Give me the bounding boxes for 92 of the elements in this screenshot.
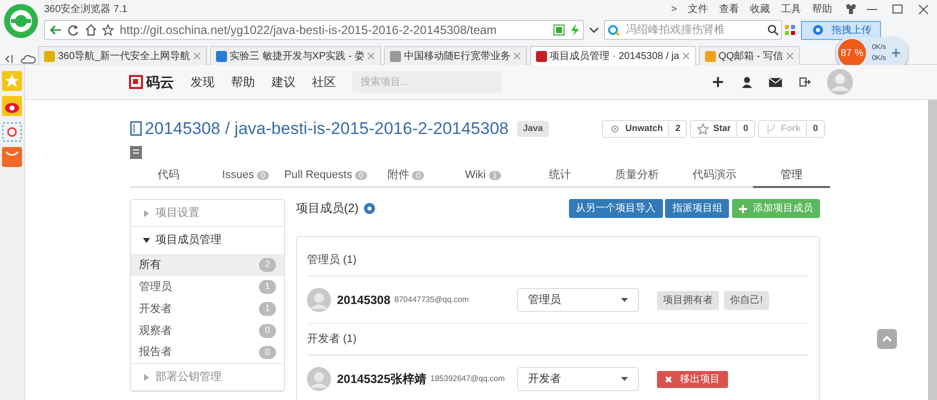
- plus-icon: [739, 204, 747, 212]
- tab-title: 项目成员管理 · 20145308 / ja: [550, 50, 680, 64]
- plus-icon[interactable]: [712, 76, 724, 88]
- browser-logo: [3, 3, 39, 39]
- menu-item[interactable]: >: [671, 2, 677, 16]
- caret-down-icon: [621, 376, 628, 382]
- tab-title: QQ邮箱 - 写信: [718, 50, 783, 64]
- menu-section[interactable]: 项目成员管理: [131, 227, 284, 254]
- brand-name[interactable]: 码云: [146, 72, 174, 92]
- logout-icon[interactable]: [798, 76, 810, 88]
- repo-tab[interactable]: 附件 0: [367, 164, 444, 188]
- member-email: 870447735@qq.com: [394, 294, 469, 306]
- user-icon[interactable]: [740, 76, 752, 88]
- nav-link[interactable]: 帮助: [230, 73, 255, 91]
- window-title: 360安全浏览器 7.1: [44, 2, 128, 16]
- tab-title: 360导航_新一代安全上网导航: [58, 50, 190, 64]
- repo-tab[interactable]: 代码: [130, 164, 208, 188]
- section-title: 项目成员(2): [296, 200, 359, 217]
- brand-logo[interactable]: [129, 75, 143, 89]
- repo-tab[interactable]: Issues 0: [207, 164, 284, 188]
- home-icon[interactable]: [84, 24, 97, 36]
- menu-item[interactable]: 报告者 0: [131, 342, 284, 364]
- group-title: 管理员 (1): [307, 245, 809, 277]
- member-name: 20145325张梓靖: [337, 371, 426, 388]
- tab-title: 实验三 敏捷开发与XP实践 - 娄: [230, 50, 365, 64]
- compat-icon[interactable]: [552, 24, 565, 36]
- browser-tab[interactable]: QQ邮箱 - 写信: [698, 46, 800, 65]
- repo-title[interactable]: 20145308 / java-besti-is-2015-2016-2-20145308: [144, 116, 509, 142]
- menu-item[interactable]: 收藏: [750, 2, 770, 16]
- member-email: 185392647@qq.com: [430, 373, 505, 385]
- repo-tab[interactable]: Pull Requests 0: [284, 164, 368, 188]
- address-bar[interactable]: http://git.oschina.net/yg1022/java-besti-is-2015-2016-2-20145308/team: [44, 20, 584, 40]
- menu-item[interactable]: 开发者 1: [131, 298, 284, 320]
- menu-item[interactable]: 观察者 0: [131, 320, 284, 342]
- percent-badge: 87 %: [838, 39, 866, 67]
- close-icon: [665, 376, 672, 382]
- repo-tab[interactable]: 统计: [522, 164, 599, 188]
- repo-action-button[interactable]: Unwatch 2: [602, 120, 688, 138]
- role-tag: 项目拥有者: [657, 290, 719, 310]
- skin-icon[interactable]: [843, 3, 859, 15]
- url-text: http://git.oschina.net/yg1022/java-besti-is-2015-2016-2-20145308/team: [120, 22, 497, 39]
- avatar: [307, 367, 331, 391]
- repo-tab[interactable]: 代码演示: [676, 164, 753, 188]
- browser-tab[interactable]: 360导航_新一代安全上网导航: [38, 46, 207, 65]
- group-title: 开发者 (1): [307, 324, 809, 356]
- repo-action-button: Fork 0: [758, 120, 825, 138]
- reload-icon[interactable]: [67, 24, 80, 36]
- search-input[interactable]: 冯绍峰拍戏撞伤肾椎: [624, 20, 764, 40]
- action-button[interactable]: 指派项目组: [665, 199, 730, 218]
- back-icon[interactable]: [48, 24, 62, 36]
- repo-tab[interactable]: 质量分析: [598, 164, 676, 188]
- star-icon: [697, 122, 710, 135]
- scrollbar[interactable]: [928, 100, 937, 400]
- role-select[interactable]: 管理员: [517, 288, 639, 312]
- remove-button[interactable]: 移出项目: [657, 370, 728, 388]
- fork-icon: [764, 122, 777, 135]
- member-name: 20145308: [337, 292, 390, 309]
- lightning-icon[interactable]: [570, 24, 580, 36]
- close-icon[interactable]: [682, 52, 690, 60]
- role-tag: 你自己!: [724, 290, 769, 310]
- menu-item[interactable]: 文件: [688, 2, 708, 16]
- nav-link[interactable]: 建议: [271, 73, 296, 91]
- nav-link[interactable]: 社区: [312, 73, 336, 91]
- browser-tab[interactable]: 项目成员管理 · 20145308 / ja: [530, 46, 696, 65]
- action-button[interactable]: 从另一个项目导入: [568, 199, 662, 218]
- language-badge: Java: [516, 121, 549, 136]
- browser-tab[interactable]: 实验三 敏捷开发与XP实践 - 娄: [210, 46, 382, 65]
- cloud-tab-icon[interactable]: [20, 53, 36, 65]
- mail-icon[interactable]: [769, 76, 782, 88]
- repo-action-button[interactable]: Star 0: [690, 120, 756, 138]
- search-field[interactable]: 搜索项目...: [352, 71, 502, 93]
- search-icon[interactable]: [766, 24, 779, 36]
- nav-link[interactable]: 发现: [190, 73, 214, 91]
- menu-item[interactable]: 帮助: [812, 2, 832, 16]
- star-icon[interactable]: [102, 24, 114, 36]
- role-select[interactable]: 开发者: [517, 367, 639, 391]
- avatar: [307, 288, 331, 312]
- upload-button[interactable]: 拖拽上传: [801, 20, 880, 40]
- tab-title: 中国移动随E行宽带业务: [404, 50, 510, 64]
- search-field[interactable]: 冯绍峰拍戏撞伤肾椎: [604, 20, 782, 40]
- book-icon: [130, 120, 142, 137]
- menu-section[interactable]: 部署公钥管理: [131, 364, 284, 391]
- browser-tab[interactable]: 中国移动随E行宽带业务: [384, 46, 528, 65]
- repo-tab[interactable]: Wiki 1: [444, 164, 522, 188]
- menu-item[interactable]: 查看: [719, 2, 739, 16]
- menu-item[interactable]: 工具: [781, 2, 801, 16]
- menu-item[interactable]: 管理员 1: [131, 276, 284, 298]
- caret-down-icon: [621, 298, 628, 302]
- repo-tab[interactable]: 管理: [752, 164, 830, 188]
- search-engine-icon: [607, 24, 622, 36]
- menu-item[interactable]: 所有 2: [131, 254, 284, 276]
- menu-section[interactable]: 项目设置: [131, 200, 284, 227]
